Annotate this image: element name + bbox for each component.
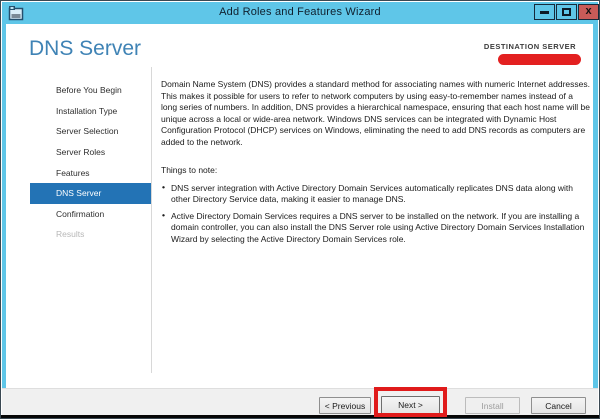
sidebar-separator xyxy=(151,67,152,373)
maximize-icon xyxy=(562,8,571,16)
add-roles-features-wizard-window: Add Roles and Features Wizard x DNS Serv… xyxy=(0,0,600,419)
dns-description: Domain Name System (DNS) provides a stan… xyxy=(161,79,591,147)
note-item: Active Directory Domain Services require… xyxy=(161,210,590,246)
window-border-right xyxy=(593,24,598,415)
minimize-button[interactable] xyxy=(534,4,555,20)
cancel-button[interactable]: Cancel xyxy=(531,397,586,414)
nav-item-before-you-begin[interactable]: Before You Begin xyxy=(30,80,151,101)
close-button[interactable]: x xyxy=(578,4,599,20)
screenshot-bottom-edge xyxy=(1,415,599,418)
notes-list: DNS server integration with Active Direc… xyxy=(161,182,590,246)
nav-item-installation-type[interactable]: Installation Type xyxy=(30,101,151,122)
close-icon: x xyxy=(585,5,592,17)
maximize-button[interactable] xyxy=(556,4,577,20)
titlebar[interactable]: Add Roles and Features Wizard x xyxy=(2,2,599,24)
destination-server-label: DESTINATION SERVER xyxy=(483,42,576,51)
previous-button[interactable]: < Previous xyxy=(319,397,371,414)
nav-item-results: Results xyxy=(56,229,85,240)
page-title: DNS Server xyxy=(29,37,142,60)
nav-item-server-roles[interactable]: Server Roles xyxy=(30,142,151,163)
next-button[interactable]: Next > xyxy=(381,396,440,414)
window-title: Add Roles and Features Wizard xyxy=(219,6,381,18)
note-item: DNS server integration with Active Direc… xyxy=(161,182,590,206)
nav-item-server-selection[interactable]: Server Selection xyxy=(30,121,151,142)
nav-item-confirmation[interactable]: Confirmation xyxy=(30,204,151,225)
things-to-note-heading: Things to note: xyxy=(161,165,218,175)
nav-item-features[interactable]: Features xyxy=(30,162,151,183)
install-button: Install xyxy=(465,397,520,414)
footer-bar: < Previous Next > Install Cancel xyxy=(2,388,598,417)
minimize-icon xyxy=(540,10,549,14)
redaction-annotation xyxy=(498,54,581,65)
page-content: Domain Name System (DNS) provides a stan… xyxy=(161,79,590,250)
window-border-left xyxy=(2,24,6,415)
nav-item-dns-server[interactable]: DNS Server xyxy=(30,182,151,204)
wizard-steps-nav: Before You Begin Installation Type Serve… xyxy=(30,80,151,245)
